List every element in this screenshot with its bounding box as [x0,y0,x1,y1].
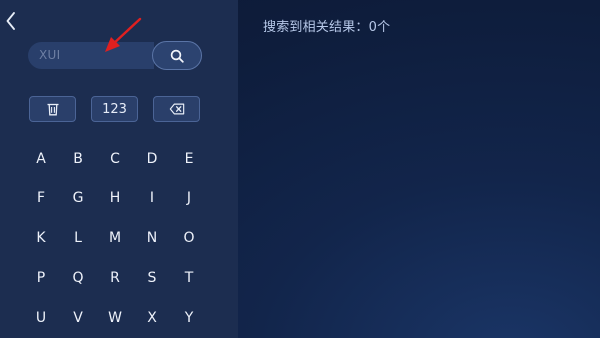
result-summary: 搜索到相关结果：0个 [263,20,391,35]
key-k[interactable]: K [29,228,53,248]
key-w[interactable]: W [103,308,127,328]
key-i[interactable]: I [140,188,164,208]
key-n[interactable]: N [140,228,164,248]
key-y[interactable]: Y [177,308,201,328]
key-e[interactable]: E [177,149,201,169]
key-o[interactable]: O [177,228,201,248]
key-t[interactable]: T [177,268,201,288]
backspace-button[interactable] [153,96,200,122]
backspace-icon [169,103,184,115]
key-d[interactable]: D [140,149,164,169]
key-p[interactable]: P [29,268,53,288]
number-keyboard-button[interactable]: 123 [91,96,138,122]
key-b[interactable]: B [66,149,90,169]
key-f[interactable]: F [29,188,53,208]
key-r[interactable]: R [103,268,127,288]
key-a[interactable]: A [29,149,53,169]
key-l[interactable]: L [66,228,90,248]
key-u[interactable]: U [29,308,53,328]
key-h[interactable]: H [103,188,127,208]
clear-button[interactable] [29,96,76,122]
search-button[interactable] [152,41,202,70]
key-g[interactable]: G [66,188,90,208]
key-x[interactable]: X [140,308,164,328]
key-m[interactable]: M [103,228,127,248]
search-icon [170,49,184,63]
trash-icon [47,103,58,116]
key-v[interactable]: V [66,308,90,328]
key-q[interactable]: Q [66,268,90,288]
search-input[interactable]: XUI [28,42,154,69]
key-j[interactable]: J [177,188,201,208]
chevron-left-icon [6,12,15,30]
key-c[interactable]: C [103,149,127,169]
back-button[interactable] [3,11,19,31]
key-s[interactable]: S [140,268,164,288]
